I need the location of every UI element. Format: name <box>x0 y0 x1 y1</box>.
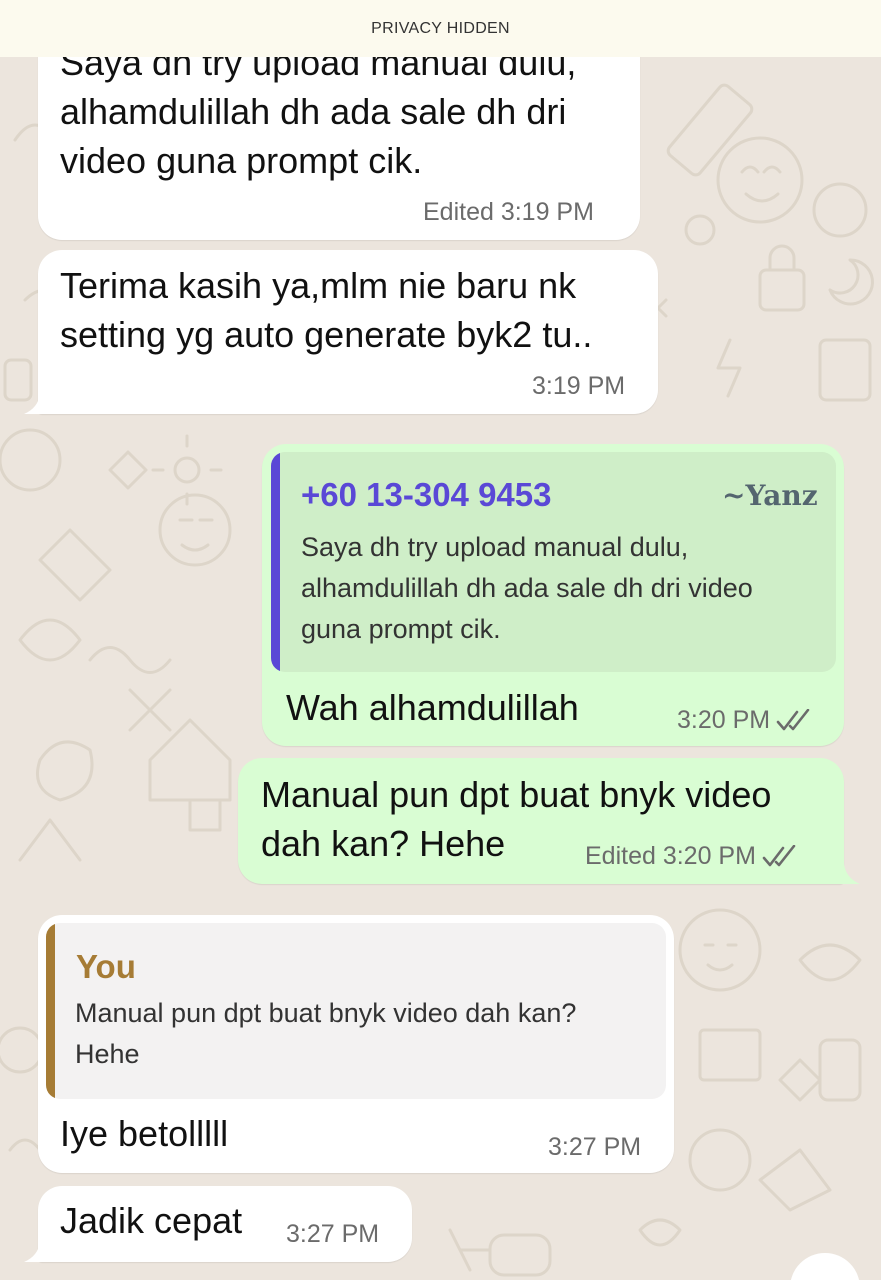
message-text: Wah alhamdulillah <box>286 687 579 728</box>
timestamp-text: 3:20 PM <box>677 706 771 734</box>
message-text: setting yg auto generate byk2 tu.. <box>60 314 593 355</box>
quote-text: alhamdulillah dh ada sale dh dri video <box>301 573 753 603</box>
bubble-tail <box>836 864 860 884</box>
timestamp-text: 3:19 PM <box>532 372 626 400</box>
timestamp-text: Edited 3:19 PM <box>423 198 594 226</box>
quote-text: Hehe <box>75 1039 140 1069</box>
quote-text: guna prompt cik. <box>301 614 501 644</box>
timestamp-text: 3:27 PM <box>286 1220 380 1248</box>
quote-sender-name: +60 13-304 9453 <box>301 476 552 513</box>
message-text: Jadik cepat <box>60 1200 243 1241</box>
quote-push-name: ~Yanz <box>722 479 818 512</box>
message-text: Manual pun dpt buat bnyk video <box>261 774 772 815</box>
quote-text: Saya dh try upload manual dulu, <box>301 532 689 562</box>
message-text: Terima kasih ya,mlm nie baru nk <box>60 265 577 306</box>
quote-sender-name: You <box>76 948 136 985</box>
message-timestamp: Edited 3:20 PM <box>585 842 798 871</box>
quote-accent-bar <box>46 923 55 1099</box>
bubble-tail <box>24 1242 48 1262</box>
message-timestamp: 3:27 PM <box>548 1133 641 1162</box>
bubble-tail <box>24 394 48 414</box>
message-text: alhamdulillah dh ada sale dh dri <box>60 91 567 132</box>
message-timestamp: 3:27 PM <box>286 1220 379 1249</box>
privacy-hidden-banner: PRIVACY HIDDEN <box>0 0 881 57</box>
double-check-icon <box>762 844 796 866</box>
message-text: Iye betolllll <box>60 1113 229 1154</box>
message-text: video guna prompt cik. <box>60 140 423 181</box>
timestamp-text: Edited 3:20 PM <box>585 842 756 870</box>
timestamp-text: 3:27 PM <box>548 1133 642 1161</box>
message-timestamp: 3:20 PM <box>677 706 812 735</box>
double-check-icon <box>776 708 810 730</box>
message-timestamp: 3:19 PM <box>532 372 625 401</box>
message-text: dah kan? Hehe <box>261 823 506 864</box>
quote-accent-bar <box>271 452 280 672</box>
message-timestamp: Edited 3:19 PM <box>423 198 594 227</box>
quote-text: Manual pun dpt buat bnyk video dah kan? <box>75 998 577 1028</box>
